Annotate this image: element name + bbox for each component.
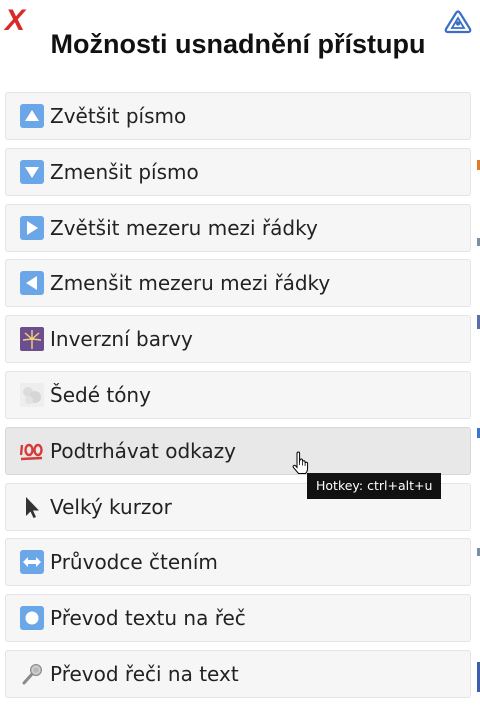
menu-item-label: Průvodce čtením [50, 550, 218, 575]
menu-item-label: Inverzní barvy [50, 327, 193, 352]
hand-pointer-icon [292, 451, 309, 474]
microphone-icon [19, 661, 45, 687]
reading-guide-button[interactable]: Průvodce čtením [5, 538, 471, 587]
text-to-speech-button[interactable]: Převod textu na řeč [5, 594, 471, 643]
accessibility-menu: Zvětšit písmo Zmenšit písmo Zvětšit meze… [5, 92, 471, 706]
hotkey-tooltip: Hotkey: ctrl+alt+u [307, 473, 442, 499]
arrow-left-box-icon [19, 270, 45, 296]
menu-item-label: Šedé tóny [50, 382, 151, 407]
menu-item-label: Zvětšit mezeru mezi řádky [50, 215, 318, 240]
panel-title: Možnosti usnadnění přístupu [50, 29, 426, 59]
speech-to-text-button[interactable]: Převod řeči na text [5, 649, 471, 698]
fireworks-icon [19, 326, 45, 352]
arrow-up-box-icon [19, 103, 45, 129]
underline-links-button[interactable]: Podtrhávat odkazy [5, 426, 471, 475]
increase-font-button[interactable]: Zvětšit písmo [5, 92, 471, 140]
menu-item-label: Zvětšit písmo [50, 104, 187, 128]
increase-line-height-button[interactable]: Zvětšit mezeru mezi řádky [5, 203, 471, 252]
menu-item-label: Převod řeči na text [50, 661, 239, 686]
left-right-arrow-box-icon [19, 549, 45, 575]
grayscale-button[interactable]: Šedé tóny [5, 370, 471, 419]
menu-item-label: Velký kurzor [50, 494, 172, 519]
background-page-edge [476, 0, 480, 703]
menu-item-label: Zmenšit mezeru mezi řádky [50, 271, 331, 296]
invert-colors-button[interactable]: Inverzní barvy [5, 315, 471, 364]
menu-item-label: Převod textu na řeč [50, 606, 246, 631]
arrow-right-box-icon [19, 215, 45, 241]
arrow-down-box-icon [19, 159, 45, 185]
decrease-line-height-button[interactable]: Zmenšit mezeru mezi řádky [5, 259, 471, 308]
record-button-icon [19, 605, 45, 631]
accessibility-panel: X Možnosti usnadnění přístupu Zvětšit pí… [0, 0, 476, 703]
decrease-font-button[interactable]: Zmenšit písmo [5, 147, 471, 196]
fog-icon [19, 382, 45, 408]
hundred-points-icon [19, 438, 45, 464]
menu-item-label: Zmenšit písmo [50, 159, 199, 184]
cursor-arrow-icon [19, 494, 45, 520]
menu-item-label: Podtrhávat odkazy [50, 438, 236, 463]
